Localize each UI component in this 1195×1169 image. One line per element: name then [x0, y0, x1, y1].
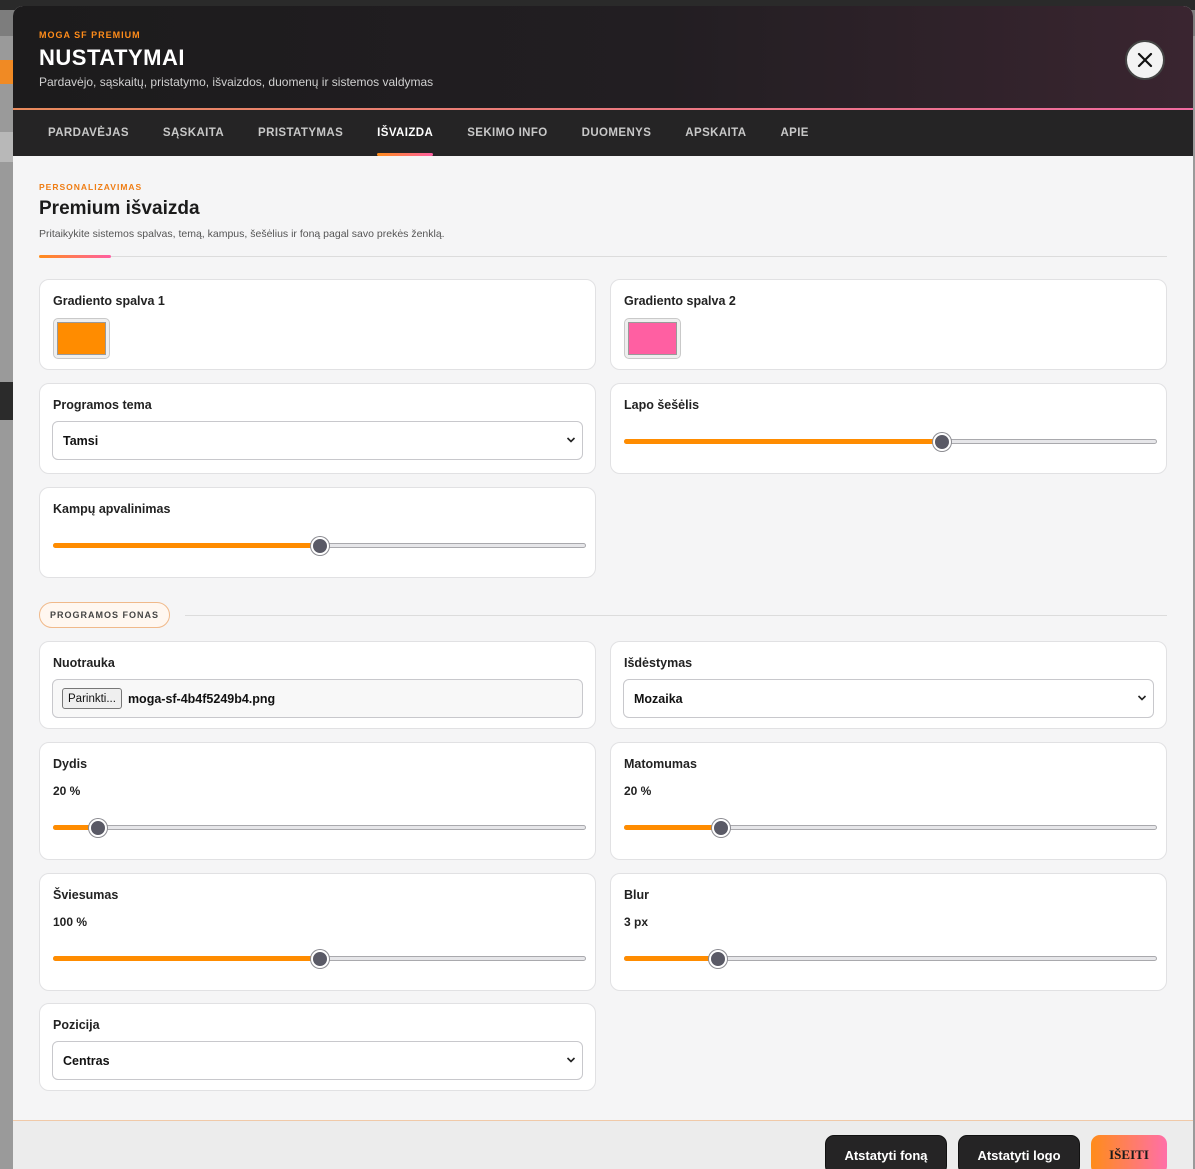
position-select-value: Centras	[63, 1053, 110, 1068]
gradient1-swatch	[57, 322, 106, 355]
position-label: Pozicija	[53, 1018, 100, 1032]
tab-bar: PARDAVĖJAS SĄSKAITA PRISTATYMAS IŠVAIZDA…	[13, 110, 1193, 156]
shadow-card: Lapo šešėlis	[610, 383, 1167, 474]
opacity-label: Matomumas	[624, 757, 697, 771]
gradient2-card: Gradiento spalva 2	[610, 279, 1167, 370]
slider-thumb[interactable]	[311, 537, 329, 555]
tab-saskaita[interactable]: SĄSKAITA	[146, 110, 241, 156]
tab-pardavejas[interactable]: PARDAVĖJAS	[31, 110, 146, 156]
background-section-divider: PROGRAMOS FONAS	[39, 602, 1167, 628]
tab-duomenys[interactable]: DUOMENYS	[565, 110, 669, 156]
settings-modal: MOGA SF PREMIUM NUSTATYMAI Pardavėjo, są…	[13, 6, 1193, 1169]
blur-label: Blur	[624, 888, 649, 902]
photo-label: Nuotrauka	[53, 656, 115, 670]
shadow-label: Lapo šešėlis	[624, 398, 700, 412]
gradient1-label: Gradiento spalva 1	[53, 294, 165, 308]
modal-subtitle: Pardavėjo, sąskaitų, pristatymo, išvaizd…	[39, 75, 434, 89]
position-card: Pozicija Centras	[39, 1003, 596, 1091]
modal-title: NUSTATYMAI	[39, 45, 185, 70]
radius-label: Kampų apvalinimas	[53, 502, 171, 516]
slider-thumb[interactable]	[709, 950, 727, 968]
modal-footer: Atstatyti foną Atstatyti logo IŠEITI	[13, 1120, 1193, 1169]
blur-card: Blur 3 px	[610, 873, 1167, 991]
gradient2-color-picker[interactable]	[624, 318, 681, 359]
theme-label: Programos tema	[53, 398, 152, 412]
brightness-value: 100 %	[53, 915, 88, 929]
gradient1-card: Gradiento spalva 1	[39, 279, 596, 370]
opacity-value: 20 %	[624, 784, 652, 798]
theme-select-value: Tamsi	[63, 433, 99, 448]
size-slider[interactable]	[53, 818, 586, 838]
modal-eyebrow: MOGA SF PREMIUM	[39, 30, 141, 40]
tab-sekimo-info[interactable]: SEKIMO INFO	[450, 110, 564, 156]
brightness-label: Šviesumas	[53, 888, 119, 902]
modal-header: MOGA SF PREMIUM NUSTATYMAI Pardavėjo, są…	[13, 6, 1193, 110]
background-sidebar	[0, 36, 14, 1169]
layout-card: Išdėstymas Mozaika	[610, 641, 1167, 729]
close-button[interactable]	[1125, 40, 1165, 80]
size-card: Dydis 20 %	[39, 742, 596, 860]
layout-select-value: Mozaika	[634, 691, 683, 706]
tab-apskaita[interactable]: APSKAITA	[668, 110, 763, 156]
slider-thumb[interactable]	[89, 819, 107, 837]
exit-button[interactable]: IŠEITI	[1091, 1135, 1167, 1169]
gradient1-color-picker[interactable]	[53, 318, 110, 359]
reset-background-button[interactable]: Atstatyti foną	[825, 1135, 947, 1169]
radius-card: Kampų apvalinimas	[39, 487, 596, 578]
brightness-card: Šviesumas 100 %	[39, 873, 596, 991]
choose-file-button[interactable]: Parinkti...	[62, 688, 122, 709]
shadow-slider[interactable]	[624, 432, 1157, 452]
file-name: moga-sf-4b4f5249b4.png	[127, 691, 276, 706]
photo-file-input[interactable]: Parinkti... moga-sf-4b4f5249b4.png	[52, 679, 583, 718]
layout-label: Išdėstymas	[624, 656, 693, 670]
section-divider	[39, 255, 1167, 258]
radius-slider[interactable]	[53, 536, 586, 556]
slider-thumb[interactable]	[712, 819, 730, 837]
section-title: Premium išvaizda	[39, 198, 200, 219]
tab-pristatymas[interactable]: PRISTATYMAS	[241, 110, 360, 156]
close-icon	[1137, 52, 1153, 68]
photo-card: Nuotrauka Parinkti... moga-sf-4b4f5249b4…	[39, 641, 596, 729]
theme-select[interactable]: Tamsi	[52, 421, 583, 460]
gradient2-label: Gradiento spalva 2	[624, 294, 736, 308]
size-value: 20 %	[53, 784, 81, 798]
reset-logo-button[interactable]: Atstatyti logo	[958, 1135, 1080, 1169]
gradient2-swatch	[628, 322, 677, 355]
layout-select[interactable]: Mozaika	[623, 679, 1154, 718]
tab-apie[interactable]: APIE	[763, 110, 825, 156]
slider-thumb[interactable]	[933, 433, 951, 451]
position-select[interactable]: Centras	[52, 1041, 583, 1080]
blur-slider[interactable]	[624, 949, 1157, 969]
section-eyebrow: PERSONALIZAVIMAS	[39, 182, 143, 192]
brightness-slider[interactable]	[53, 949, 586, 969]
slider-thumb[interactable]	[311, 950, 329, 968]
background-section-pill: PROGRAMOS FONAS	[39, 602, 171, 628]
section-header: PERSONALIZAVIMAS Premium išvaizda Pritai…	[13, 156, 1193, 258]
section-description: Pritaikykite sistemos spalvas, temą, kam…	[39, 228, 445, 240]
tab-isvaizda[interactable]: IŠVAIZDA	[360, 110, 450, 156]
blur-value: 3 px	[624, 915, 649, 929]
opacity-slider[interactable]	[624, 818, 1157, 838]
chevron-down-icon	[566, 437, 576, 443]
size-label: Dydis	[53, 757, 88, 771]
theme-card: Programos tema Tamsi	[39, 383, 596, 474]
chevron-down-icon	[1137, 695, 1147, 701]
chevron-down-icon	[566, 1057, 576, 1063]
opacity-card: Matomumas 20 %	[610, 742, 1167, 860]
